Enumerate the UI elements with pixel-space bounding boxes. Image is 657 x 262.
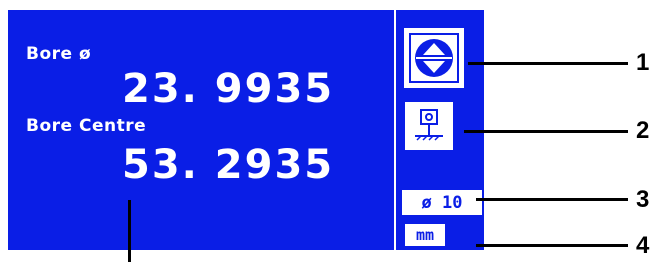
dro-screen: Bore ø 23. 9935 Bore Centre 53. 2935 ø 1… (8, 10, 484, 250)
callout-line-1 (468, 62, 628, 65)
units-button[interactable]: mm (405, 224, 445, 246)
callout-number-4: 4 (636, 232, 650, 259)
mode-toggle-button[interactable] (404, 28, 464, 88)
panel-divider (394, 10, 396, 250)
callout-number-1: 1 (636, 49, 650, 76)
probe-icon (415, 109, 443, 141)
callout-line-3 (476, 198, 628, 201)
callout-number-2: 2 (636, 117, 650, 144)
bore-centre-value: 53. 2935 (122, 142, 335, 188)
probe-button[interactable] (405, 102, 453, 150)
callout-line-value (128, 200, 131, 262)
bore-centre-label: Bore Centre (26, 116, 147, 136)
callout-line-2 (464, 130, 628, 133)
callout-line-4 (476, 244, 628, 247)
callout-number-3: 3 (636, 186, 650, 213)
diameter-setting-button[interactable]: ø 10 (402, 190, 482, 215)
up-down-arrows-icon (415, 39, 453, 77)
bore-diameter-label: Bore ø (26, 44, 92, 64)
bore-diameter-value: 23. 9935 (122, 66, 335, 112)
